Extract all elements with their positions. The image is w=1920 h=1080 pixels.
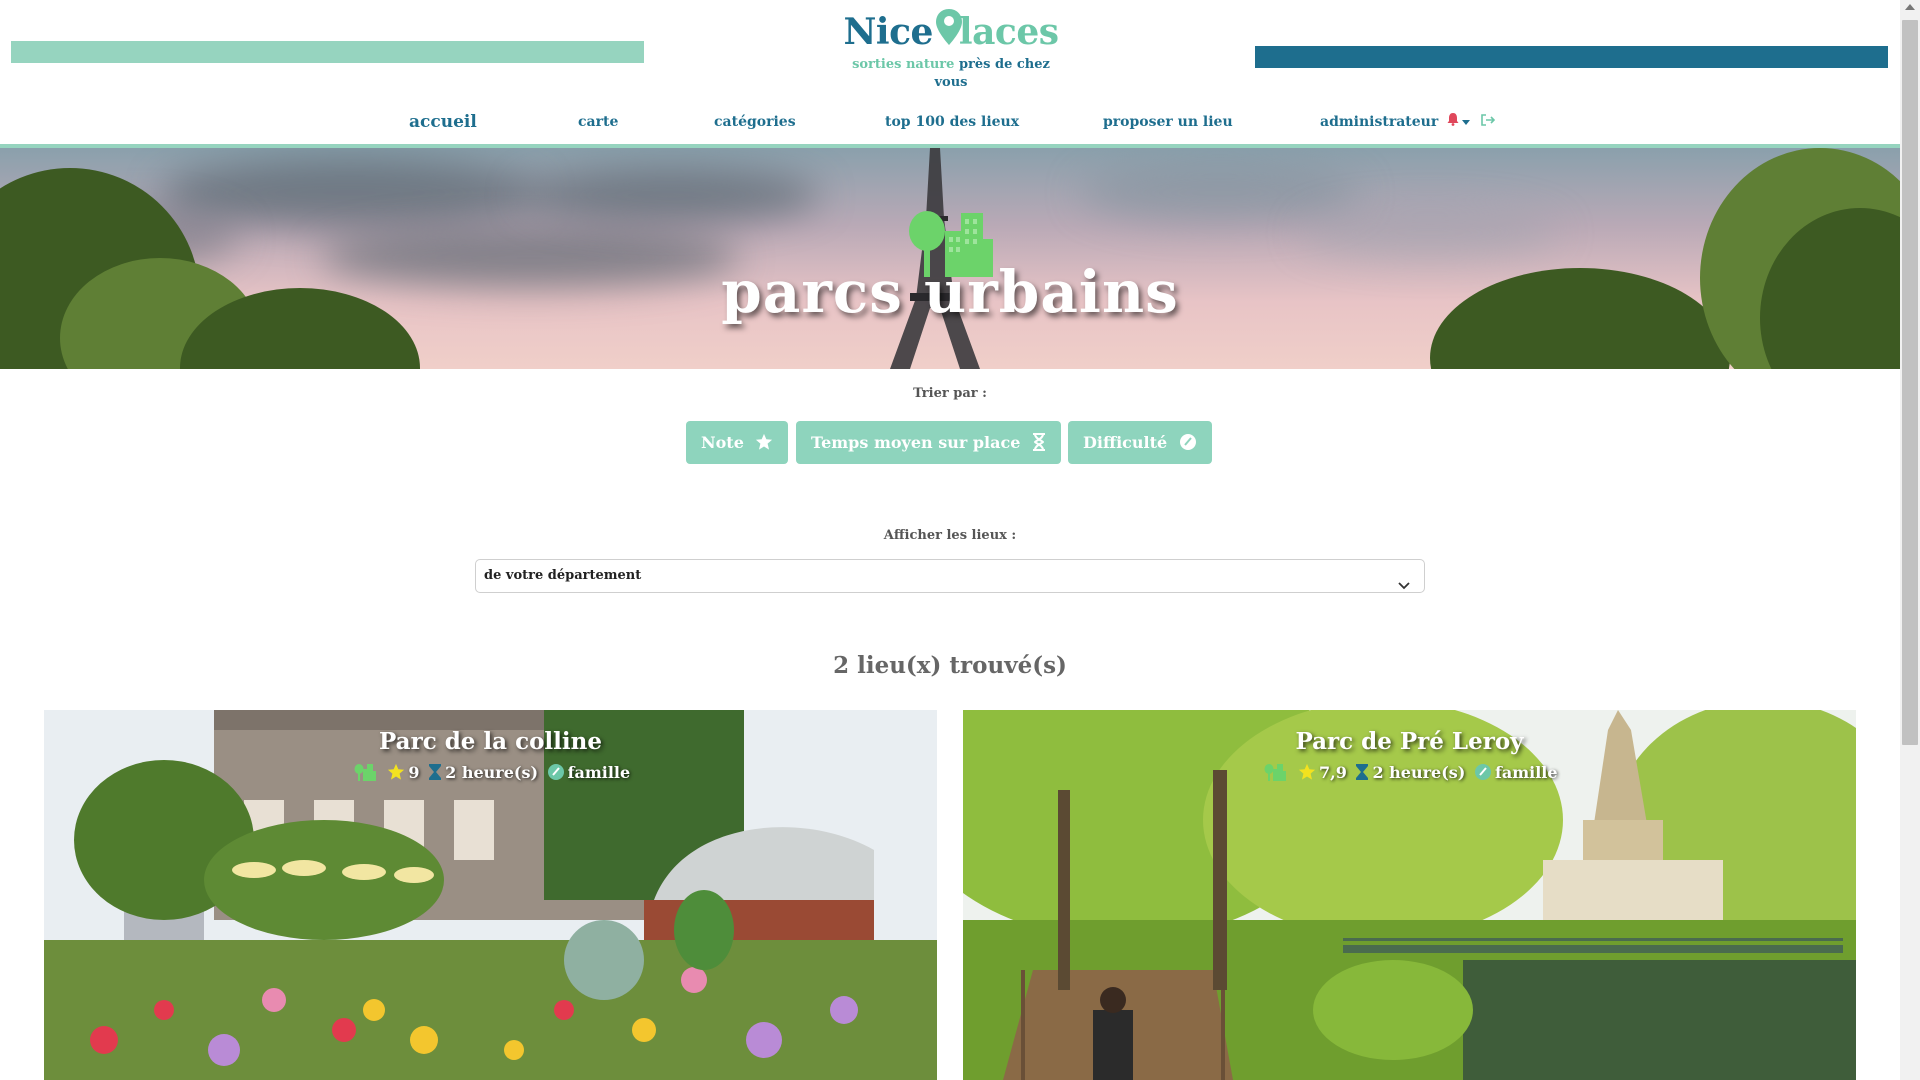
place-name: Parc de la colline	[379, 728, 602, 755]
bell-icon[interactable]	[1447, 110, 1459, 134]
nav-accueil[interactable]: accueil	[409, 110, 477, 134]
nav-carte[interactable]: carte	[578, 110, 618, 134]
sort-label: Trier par :	[913, 386, 987, 401]
nav-administrateur[interactable]: administrateur	[1320, 110, 1496, 134]
place-name: Parc de Pré Leroy	[1295, 728, 1524, 755]
logo-tagline: sorties nature près de chez vous	[836, 56, 1066, 92]
header-bar-left	[11, 41, 644, 63]
check-circle-icon	[547, 763, 565, 785]
sort-by-difficulty-button[interactable]: Difficulté	[1068, 421, 1212, 464]
map-pin-icon	[935, 8, 962, 45]
place-card[interactable]: Parc de la colline 9 2 heure(s) famille	[44, 710, 937, 1080]
nav-top-100[interactable]: top 100 des lieux	[885, 110, 1019, 134]
hourglass-icon	[1355, 763, 1369, 785]
site-logo[interactable]: Nice laces sorties nature près de chez v…	[836, 8, 1066, 90]
tagline-part-1: sorties nature	[852, 57, 955, 72]
place-duration: 2 heure(s)	[445, 763, 539, 782]
park-city-icon	[354, 763, 376, 785]
site-header: Nice laces sorties nature près de chez v…	[0, 0, 1900, 148]
sort-by-duration-label: Temps moyen sur place	[811, 433, 1021, 452]
hourglass-icon	[1032, 424, 1046, 467]
nav-administrateur-label: administrateur	[1320, 114, 1439, 130]
filter-label: Afficher les lieux :	[883, 528, 1017, 543]
place-meta: 9 2 heure(s) famille	[44, 763, 937, 785]
nav-categories[interactable]: catégories	[714, 110, 796, 134]
sort-by-rating-label: Note	[701, 433, 744, 452]
main-nav: accueil carte catégories top 100 des lie…	[0, 110, 1900, 146]
check-circle-icon	[1474, 763, 1492, 785]
header-bar-right	[1255, 46, 1888, 68]
place-rating: 9	[408, 763, 420, 782]
park-city-icon	[1264, 763, 1287, 785]
check-circle-icon	[1179, 424, 1197, 467]
scrollbar-thumb[interactable]	[1902, 20, 1918, 745]
star-icon	[755, 424, 773, 467]
caret-down-icon[interactable]	[1462, 110, 1471, 134]
place-rating: 7,9	[1319, 763, 1347, 782]
place-difficulty: famille	[1494, 763, 1558, 782]
logout-icon[interactable]	[1481, 110, 1496, 134]
place-difficulty: famille	[567, 763, 631, 782]
hourglass-icon	[428, 763, 442, 785]
sort-by-duration-button[interactable]: Temps moyen sur place	[796, 421, 1061, 464]
department-select-value: de votre département	[484, 568, 642, 583]
results-count: 2 lieu(x) trouvé(s)	[833, 652, 1067, 679]
place-meta: 7,9 2 heure(s) famille	[963, 763, 1856, 785]
logo-word-places: laces	[958, 11, 1059, 53]
place-card[interactable]: Parc de Pré Leroy 7,9 2 heure(s) famille	[963, 710, 1856, 1080]
logo-word-nice: Nice	[843, 11, 934, 53]
department-select[interactable]: de votre département	[475, 559, 1425, 593]
star-icon	[387, 763, 405, 785]
chevron-down-icon	[1398, 571, 1410, 603]
nav-proposer-lieu[interactable]: proposer un lieu	[1103, 110, 1233, 134]
scroll-up-arrow-icon[interactable]	[1905, 4, 1915, 10]
star-icon	[1298, 763, 1316, 785]
sort-by-rating-button[interactable]: Note	[686, 421, 789, 467]
category-title: parcs urbains	[721, 258, 1179, 326]
place-duration: 2 heure(s)	[1372, 763, 1466, 782]
category-hero-banner: parcs urbains	[0, 148, 1900, 369]
sort-by-difficulty-label: Difficulté	[1083, 433, 1168, 452]
